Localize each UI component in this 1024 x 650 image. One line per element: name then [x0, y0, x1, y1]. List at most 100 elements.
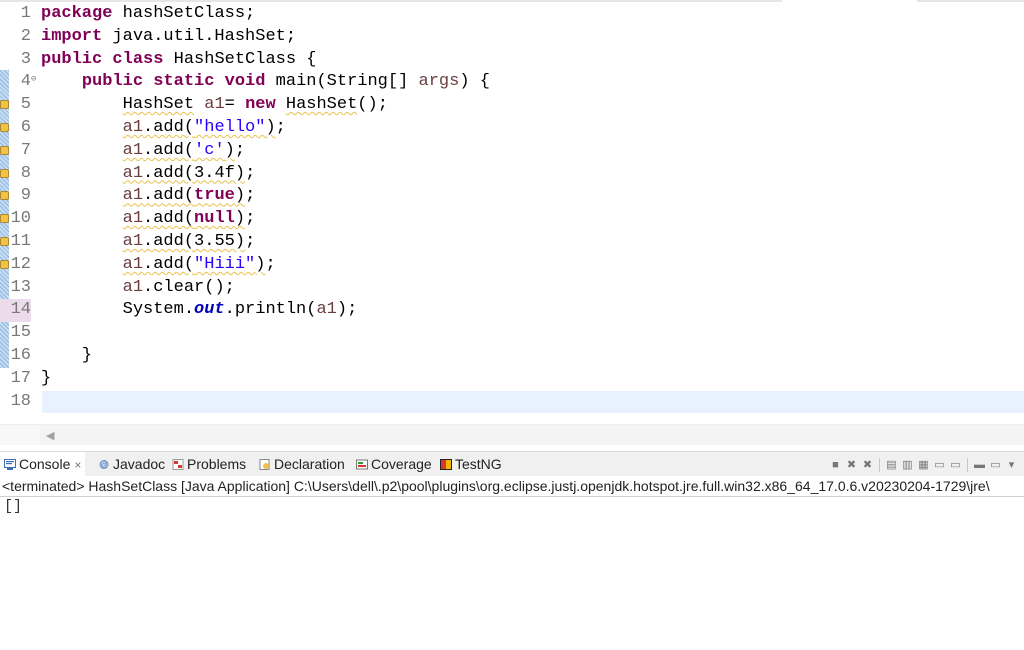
code-line[interactable]: 16 } [0, 345, 1024, 368]
line-number: 10 [10, 209, 31, 229]
console-icon [4, 453, 16, 470]
code-token: (); [357, 95, 388, 115]
view-menu-icon[interactable]: ▾ [1005, 459, 1018, 471]
code-line[interactable]: 10 a1.add(null); [0, 208, 1024, 231]
terminate-icon[interactable]: ■ [829, 459, 842, 471]
tab-javadoc[interactable]: @ Javadoc [94, 452, 169, 477]
code-token: .add( [143, 209, 195, 229]
code-token: = [224, 95, 246, 115]
tab-label: Coverage [371, 456, 432, 472]
line-number: 2 [20, 26, 31, 46]
editor-tab-strip-right [917, 0, 1024, 2]
code-token: a1 [122, 277, 144, 297]
code-line[interactable]: 12 a1.add("Hiii"); [0, 254, 1024, 277]
code-token: } [41, 346, 93, 365]
code-token: a1 [122, 118, 144, 137]
testng-icon [440, 453, 452, 470]
tab-declaration[interactable]: Declaration [255, 452, 349, 477]
code-line[interactable]: 5 HashSet a1= new HashSet(); [0, 94, 1024, 117]
code-text: } [41, 368, 51, 391]
code-token: .add( [143, 186, 195, 206]
tab-testng[interactable]: TestNG [436, 452, 506, 477]
code-line[interactable]: 8 a1.add(3.4f); [0, 163, 1024, 186]
code-token: import [41, 26, 103, 46]
code-line[interactable]: 3 public class HashSetClass { [0, 49, 1024, 72]
code-token: ; [234, 140, 246, 160]
console-launch-status: <terminated> HashSetClass [Java Applicat… [0, 476, 1024, 497]
code-token: .add(3.55) [143, 232, 246, 251]
code-token: a1 [316, 300, 337, 320]
code-token: a1 [122, 232, 144, 251]
code-line[interactable]: 15 [0, 322, 1024, 345]
remove-all-terminated-icon[interactable]: ✖ [861, 459, 874, 471]
line-number: 7 [20, 140, 31, 160]
code-token: a1 [204, 95, 225, 115]
code-token: .add( [143, 254, 195, 274]
code-text: a1.add(true); [41, 185, 256, 208]
word-wrap-icon[interactable]: ▦ [917, 459, 930, 471]
code-line[interactable]: 13 a1.clear(); [0, 277, 1024, 300]
code-token: public [81, 72, 144, 92]
scroll-left-arrow-icon[interactable]: ◀ [46, 429, 54, 442]
pin-console-icon[interactable]: ▬ [973, 459, 986, 471]
code-token: a1 [122, 254, 144, 274]
code-line[interactable]: 11 a1.add(3.55); [0, 231, 1024, 254]
code-token: args [418, 72, 460, 92]
fold-collapse-icon[interactable]: ⊖ [31, 68, 36, 91]
declaration-icon [259, 453, 271, 470]
line-number: 3 [20, 49, 31, 69]
code-line[interactable]: 4 ⊖ public static void main(String[] args… [0, 71, 1024, 94]
show-on-stdout-icon[interactable]: ▭ [933, 459, 946, 471]
remove-launch-icon[interactable]: ✖ [845, 459, 858, 471]
line-number: 12 [10, 254, 31, 274]
code-line[interactable]: 6 a1.add("hello"); [0, 117, 1024, 140]
scroll-lock-icon[interactable]: ▥ [901, 459, 914, 471]
code-token: main(String[] [265, 72, 419, 92]
line-number: 11 [10, 232, 31, 251]
code-line[interactable]: 17} [0, 368, 1024, 391]
code-line[interactable]: 2 import java.util.HashSet; [0, 26, 1024, 49]
tab-label: TestNG [455, 456, 502, 472]
code-line[interactable]: 1 package hashSetClass; [0, 3, 1024, 26]
code-token: static [153, 72, 215, 92]
tab-coverage[interactable]: Coverage [352, 452, 436, 477]
code-token: a1 [122, 186, 144, 206]
code-token: true [194, 186, 235, 206]
code-token: ; [265, 254, 276, 274]
code-line[interactable]: 14 System.out.println(a1); [0, 299, 1024, 323]
code-line[interactable]: 7 a1.add('c'); [0, 140, 1024, 163]
editor-horizontal-scrollbar[interactable]: ◀ [0, 424, 1024, 445]
editor-tab-strip-left [0, 0, 782, 2]
line-number: 8 [20, 163, 31, 183]
code-token: 'c' [194, 140, 225, 160]
code-token: ; [245, 163, 256, 183]
console-output[interactable]: [] [4, 498, 22, 515]
coverage-icon [356, 453, 368, 470]
code-text: a1.clear(); [41, 277, 235, 300]
code-token: java.util.HashSet; [102, 26, 297, 46]
code-line[interactable]: 9 a1.add(true); [0, 185, 1024, 208]
close-tab-icon[interactable]: × [74, 458, 81, 472]
code-text: public static void main(String[] args) { [41, 71, 490, 94]
code-text: } [41, 345, 92, 368]
javadoc-icon: @ [98, 453, 110, 469]
show-on-stderr-icon[interactable]: ▭ [949, 459, 962, 471]
code-token: "Hiii" [194, 254, 256, 274]
tab-console[interactable]: Console × [0, 452, 86, 477]
code-editor[interactable]: 1 package hashSetClass; 2 import java.util.… [0, 3, 1024, 423]
code-line[interactable]: 18 [0, 390, 1024, 414]
tab-problems[interactable]: Problems [168, 452, 250, 477]
display-console-icon[interactable]: ▭ [989, 459, 1002, 471]
line-number: 15 [10, 323, 31, 343]
line-number: 16 [10, 346, 31, 365]
code-text: package hashSetClass; [41, 3, 255, 26]
clear-console-icon[interactable]: ▤ [885, 459, 898, 471]
code-text: a1.add(3.4f); [41, 163, 256, 186]
code-token: "hello" [194, 118, 266, 137]
